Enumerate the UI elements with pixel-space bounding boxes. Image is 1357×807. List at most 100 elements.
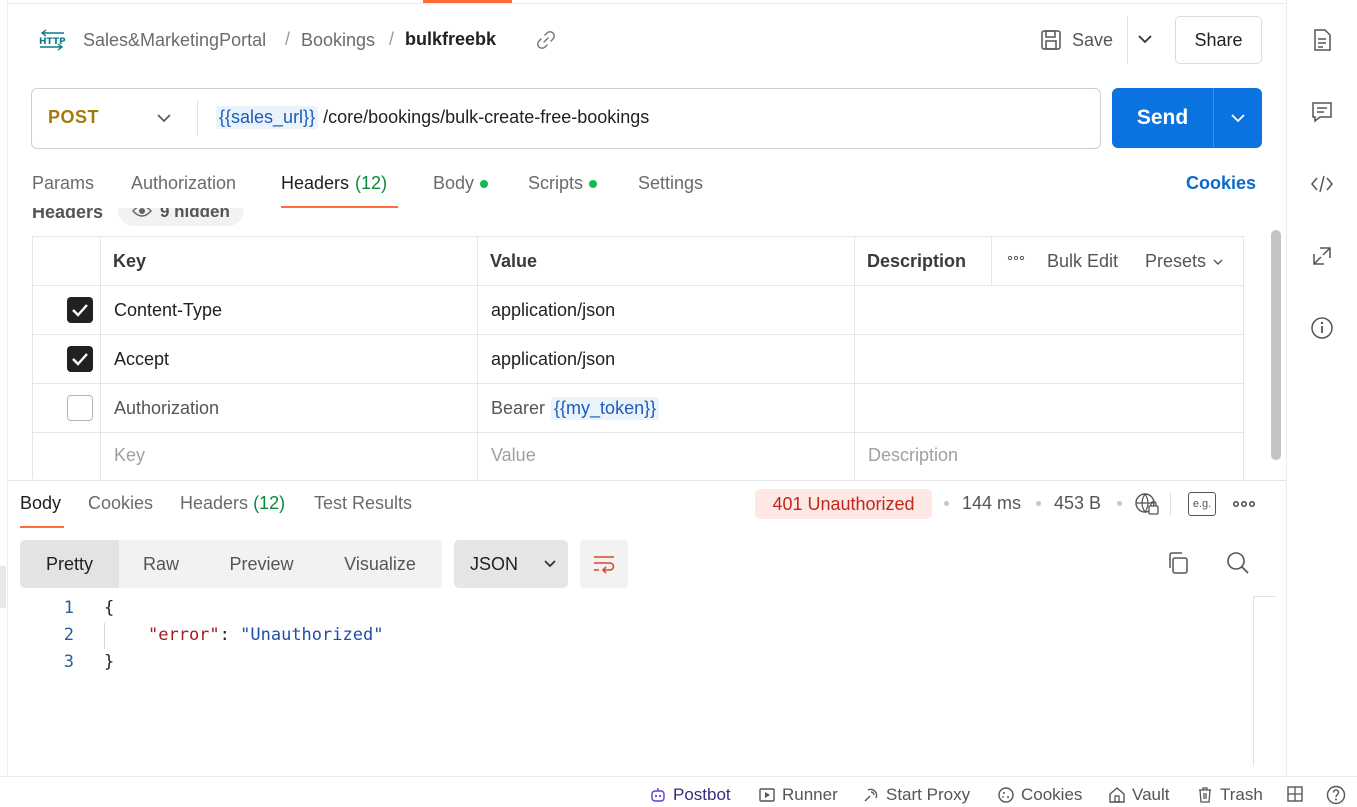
status-badge[interactable]: 401 Unauthorized	[755, 489, 932, 519]
body-status-dot	[480, 179, 489, 188]
divider	[1127, 16, 1128, 64]
header-key[interactable]: Content-Type	[114, 300, 222, 321]
comments-icon[interactable]	[1310, 100, 1334, 124]
wrap-lines-button[interactable]	[580, 540, 628, 588]
breadcrumb-separator: /	[285, 29, 291, 49]
line-number: 2	[63, 625, 74, 645]
active-tab-underline	[20, 526, 64, 528]
tab-body[interactable]: Body	[433, 173, 489, 194]
view-preview[interactable]: Preview	[203, 540, 320, 588]
header-enabled-checkbox[interactable]	[67, 395, 93, 421]
network-globe-lock-icon[interactable]	[1134, 492, 1160, 521]
scroll-track	[1253, 596, 1275, 597]
hidden-headers-label: Headers	[32, 208, 104, 222]
save-as-example-button[interactable]: e.g.	[1188, 492, 1216, 516]
tab-headers-count: (12)	[355, 173, 388, 193]
copy-link-icon[interactable]	[536, 30, 556, 50]
header-enabled-checkbox[interactable]	[67, 297, 93, 323]
response-size[interactable]: 453 B	[1054, 493, 1101, 514]
copy-icon[interactable]	[1166, 551, 1190, 580]
svg-text:HTTP: HTTP	[39, 37, 66, 47]
presets-dropdown[interactable]: Presets	[1145, 251, 1224, 272]
url-path: /core/bookings/bulk-create-free-bookings	[318, 107, 650, 127]
header-enabled-checkbox[interactable]	[67, 346, 93, 372]
new-value-input[interactable]: Value	[491, 445, 536, 466]
format-select[interactable]: JSON	[454, 540, 568, 588]
top-tab-strip	[0, 0, 1287, 4]
search-icon[interactable]	[1226, 551, 1250, 580]
view-pretty[interactable]: Pretty	[20, 540, 119, 588]
info-icon[interactable]	[1310, 316, 1334, 340]
help-icon[interactable]	[1326, 785, 1346, 805]
url-variable[interactable]: {{sales_url}}	[216, 106, 319, 129]
json-colon: :	[219, 625, 241, 645]
breadcrumb-collection[interactable]: Sales&MarketingPortal	[83, 29, 266, 51]
method-select[interactable]: POST	[48, 107, 99, 128]
header-value-variable[interactable]: {{my_token}}	[551, 397, 660, 420]
related-collections-icon[interactable]	[1310, 244, 1334, 268]
proxy-icon	[864, 788, 878, 802]
tab-params[interactable]: Params	[32, 173, 94, 194]
save-button[interactable]: Save	[1040, 24, 1126, 56]
json-key: "error"	[148, 625, 220, 645]
send-options-chevron-down-icon[interactable]	[1228, 108, 1248, 128]
table-row-empty: Key Value Description	[33, 433, 1243, 479]
json-line: "error": "Unauthorized"	[148, 625, 383, 645]
tab-scripts-label: Scripts	[528, 173, 584, 193]
url-input[interactable]: {{sales_url}} /core/bookings/bulk-create…	[216, 106, 649, 129]
column-divider	[991, 237, 992, 286]
view-visualize[interactable]: Visualize	[320, 540, 440, 588]
more-options-icon[interactable]	[1007, 249, 1025, 272]
save-label: Save	[1072, 29, 1114, 50]
new-description-input[interactable]: Description	[868, 445, 958, 466]
header-value[interactable]: Bearer {{my_token}}	[491, 397, 660, 420]
wrap-lines-icon	[594, 556, 615, 574]
tab-authorization[interactable]: Authorization	[131, 173, 236, 194]
share-button[interactable]: Share	[1175, 16, 1262, 64]
new-key-input[interactable]: Key	[114, 445, 145, 466]
response-tab-cookies[interactable]: Cookies	[88, 493, 153, 514]
start-proxy-button[interactable]: Start Proxy	[862, 785, 970, 805]
response-tab-test-results[interactable]: Test Results	[314, 493, 412, 514]
column-value: Value	[490, 251, 538, 271]
method-chevron-down-icon[interactable]	[154, 108, 174, 128]
postbot-button[interactable]: Postbot	[649, 785, 731, 805]
trash-button[interactable]: Trash	[1196, 785, 1263, 805]
response-tab-body[interactable]: Body	[20, 493, 61, 514]
more-options-icon[interactable]	[1232, 494, 1256, 519]
layout-toggle-icon[interactable]	[1286, 785, 1304, 803]
documentation-icon[interactable]	[1310, 28, 1334, 52]
response-tab-headers[interactable]: Headers (12)	[180, 493, 285, 514]
tab-headers[interactable]: Headers (12)	[281, 173, 387, 194]
view-raw[interactable]: Raw	[119, 540, 203, 588]
header-key[interactable]: Accept	[114, 349, 169, 370]
header-value[interactable]: application/json	[491, 349, 615, 370]
save-options-chevron-down-icon[interactable]	[1134, 28, 1156, 50]
runner-label: Runner	[782, 785, 838, 804]
breadcrumb-folder[interactable]: Bookings	[301, 29, 375, 51]
eye-icon	[132, 208, 152, 223]
line-number: 1	[63, 598, 74, 618]
request-scrollbar[interactable]	[1271, 230, 1281, 460]
chevron-down-icon	[1213, 259, 1223, 265]
tab-scripts[interactable]: Scripts	[528, 173, 598, 194]
pane-divider[interactable]	[8, 480, 1287, 481]
sidebar-resize-handle[interactable]	[0, 566, 6, 608]
response-time[interactable]: 144 ms	[962, 493, 1021, 514]
tab-settings[interactable]: Settings	[638, 173, 703, 194]
code-icon[interactable]	[1310, 172, 1334, 196]
vault-button[interactable]: Vault	[1108, 785, 1170, 805]
table-row: Authorization Bearer {{my_token}}	[33, 384, 1243, 433]
header-value[interactable]: application/json	[491, 300, 615, 321]
json-close-brace: }	[104, 652, 115, 672]
json-open-brace: {	[104, 598, 115, 618]
runner-button[interactable]: Runner	[758, 785, 838, 805]
cookies-link[interactable]: Cookies	[1186, 173, 1256, 194]
separator-dot	[1117, 501, 1122, 506]
header-key[interactable]: Authorization	[114, 398, 219, 419]
send-button[interactable]: Send	[1112, 88, 1262, 148]
breadcrumb-request-name[interactable]: bulkfreebk	[405, 29, 496, 50]
cookies-button[interactable]: Cookies	[997, 785, 1082, 805]
table-header-row: Key Value Description Bulk Edit Presets	[33, 237, 1243, 286]
bulk-edit-button[interactable]: Bulk Edit	[1047, 251, 1118, 272]
